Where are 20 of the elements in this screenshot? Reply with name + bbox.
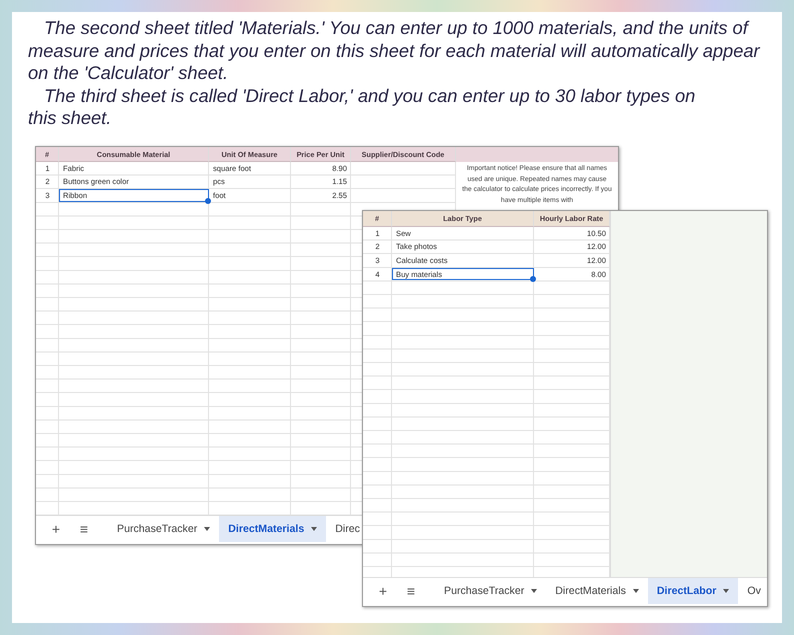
add-sheet-button[interactable]: + xyxy=(42,516,70,542)
sheet-tab[interactable]: Ov xyxy=(738,578,761,604)
sheet-tab[interactable]: PurchaseTracker xyxy=(435,578,546,604)
sheet-tab[interactable]: Direc xyxy=(326,516,360,542)
caret-icon xyxy=(632,589,639,593)
menu-button[interactable]: ≡ xyxy=(70,516,98,542)
caret-icon xyxy=(723,589,730,593)
sheet-tab[interactable]: PurchaseTracker xyxy=(108,516,220,542)
intro-paragraph: The second sheet titled 'Materials.' You can enter up to 1000 materials, and the units of measure and prices that you enter on this sheet for each material will automatically appear on the 'Calculator' sheet. xyxy=(28,17,762,84)
caret-icon xyxy=(204,527,210,531)
intro-paragraph: The third sheet is called 'Direct Labor,' and you can enter up to 30 labor types on this sheet. xyxy=(28,84,696,130)
caret-icon xyxy=(531,589,538,593)
sheet-tab[interactable]: DirectLabor xyxy=(648,578,738,604)
fill-handle[interactable] xyxy=(530,276,536,282)
fill-handle[interactable] xyxy=(205,198,211,204)
sheet-tab[interactable]: DirectMaterials xyxy=(219,516,326,542)
add-sheet-button[interactable]: + xyxy=(369,578,397,604)
menu-button[interactable]: ≡ xyxy=(397,578,425,604)
sheet-tab[interactable]: DirectMaterials xyxy=(546,578,648,604)
caret-icon xyxy=(311,527,318,531)
